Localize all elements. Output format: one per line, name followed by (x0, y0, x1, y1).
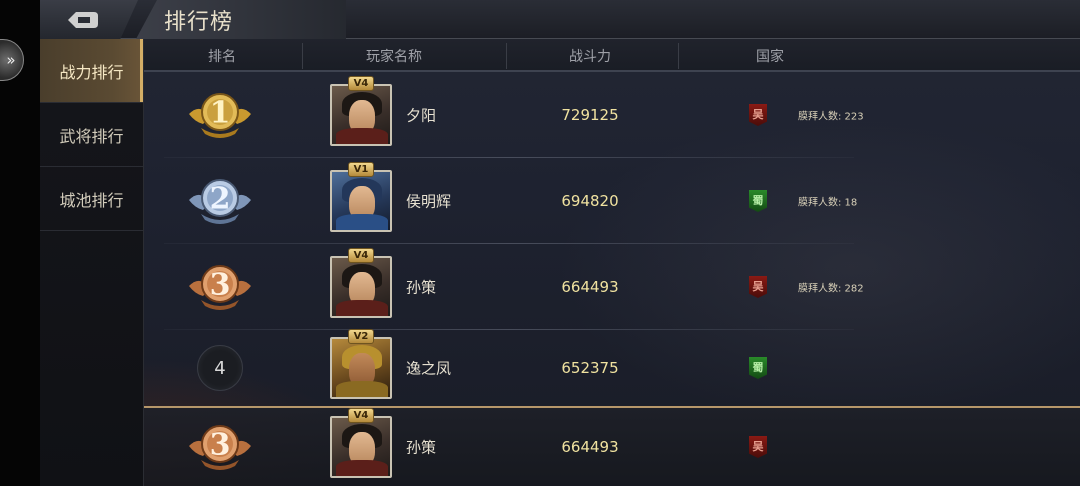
country-flag-icon: 吴 (749, 436, 767, 458)
double-chevron-right-icon: » (6, 51, 16, 69)
column-power: 战斗力 (569, 49, 611, 65)
back-button[interactable] (40, 0, 138, 39)
avatar[interactable]: V4 (330, 408, 392, 478)
page-title: 排行榜 (164, 10, 234, 35)
tab-general-ranking[interactable]: 武将排行 (40, 103, 143, 167)
player-name: 侯明辉 (406, 192, 452, 211)
player-name: 孙策 (406, 438, 437, 457)
table-row[interactable]: 1 V4 夕阳 729125 吴 膜拜人数: 223 (144, 72, 1080, 158)
vip-tag: V2 (348, 329, 374, 344)
column-rank: 排名 (208, 49, 236, 65)
country-flag-icon: 吴 (749, 276, 767, 298)
country-flag-icon: 蜀 (749, 190, 767, 212)
avatar[interactable]: V1 (330, 162, 392, 232)
player-name: 逸之凤 (406, 359, 452, 378)
avatar[interactable]: V4 (330, 248, 392, 318)
player-name: 孙策 (406, 278, 437, 297)
rank-number: 3 (209, 427, 231, 463)
column-divider (302, 43, 303, 69)
table-row[interactable]: 3 V4 孙策 664493 吴 膜拜人数: 282 (144, 244, 1080, 330)
back-arrow-icon (68, 11, 98, 28)
column-player-name: 玩家名称 (366, 49, 422, 65)
worship-count: 膜拜人数: 282 (798, 283, 864, 295)
ranking-sidebar: 战力排行 武将排行 城池排行 (40, 39, 144, 486)
rank-badge-bronze: 3 (187, 420, 253, 474)
rank-number: 3 (209, 267, 231, 303)
rank-badge-gold: 1 (187, 88, 253, 142)
worship-count: 膜拜人数: 18 (798, 197, 858, 209)
worship-count: 膜拜人数: 223 (798, 111, 864, 123)
rank-number: 1 (209, 95, 231, 131)
vip-tag: V4 (348, 408, 374, 423)
country-flag-icon: 吴 (749, 104, 767, 126)
power-value: 729125 (561, 106, 619, 124)
table-row[interactable]: 2 V1 侯明辉 694820 蜀 膜拜人数: 18 (144, 158, 1080, 244)
power-value: 664493 (561, 278, 619, 296)
vip-tag: V4 (348, 248, 374, 263)
ranking-list: 1 V4 夕阳 729125 吴 膜拜人数: 223 2 V1 侯明辉 6948… (144, 72, 1080, 486)
my-ranking-row[interactable]: 3 V4 孙策 664493 吴 (144, 406, 1080, 486)
rank-badge-bronze: 3 (187, 260, 253, 314)
rank-number: 4 (197, 345, 243, 391)
power-value: 652375 (561, 359, 619, 377)
power-value: 694820 (561, 192, 619, 210)
rank-badge-silver: 2 (187, 174, 253, 228)
vip-tag: V1 (348, 162, 374, 177)
player-name: 夕阳 (406, 106, 437, 125)
tab-city-ranking[interactable]: 城池排行 (40, 167, 143, 231)
table-row[interactable]: 4 V2 逸之凤 652375 蜀 (144, 329, 1080, 406)
header-bar: 排行榜 (40, 0, 1080, 39)
ranking-panel: 排行榜 战力排行 武将排行 城池排行 排名 玩家名称 战斗力 国家 1 V4 夕… (40, 0, 1080, 486)
avatar[interactable]: V2 (330, 329, 392, 399)
column-divider (678, 43, 679, 69)
column-header: 排名 玩家名称 战斗力 国家 (144, 39, 1080, 72)
country-flag-icon: 蜀 (749, 357, 767, 379)
column-divider (506, 43, 507, 69)
rank-number: 2 (209, 181, 231, 217)
vip-tag: V4 (348, 76, 374, 91)
tab-power-ranking[interactable]: 战力排行 (40, 39, 143, 103)
power-value: 664493 (561, 438, 619, 456)
column-country: 国家 (756, 49, 784, 65)
avatar[interactable]: V4 (330, 76, 392, 146)
